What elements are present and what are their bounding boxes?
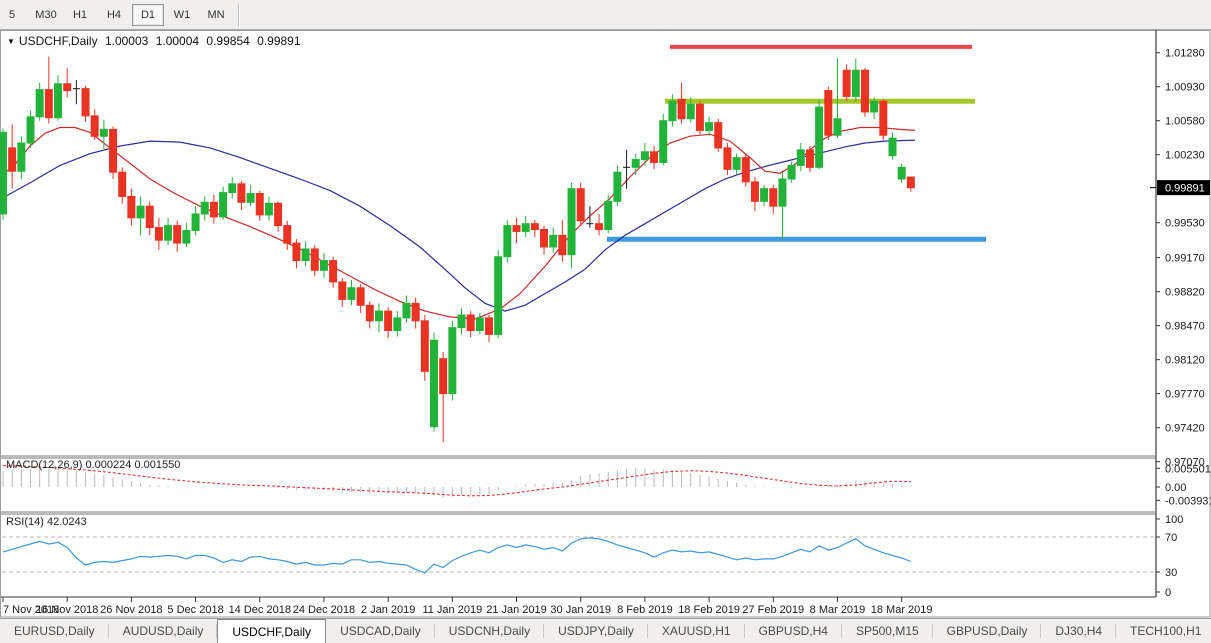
ohlc-close: 0.99891: [257, 34, 300, 48]
symbol-tab-dj30-h4[interactable]: DJ30,H4: [1041, 619, 1116, 643]
ma-slow: [0, 140, 915, 311]
svg-text:30 Jan 2019: 30 Jan 2019: [550, 604, 611, 616]
macd-main-value: 0.000224: [85, 459, 131, 471]
macd-name: MACD(12,26,9): [6, 459, 82, 471]
rsi-indicator-label: RSI(14) 42.0243: [6, 516, 87, 528]
svg-text:11 Jan 2019: 11 Jan 2019: [422, 604, 482, 616]
ohlc-open: 1.00003: [105, 34, 148, 48]
toolbar-separator: [238, 4, 240, 26]
svg-text:0.98470: 0.98470: [1165, 321, 1205, 333]
symbol-tab-usdcad-daily[interactable]: USDCAD,Daily: [326, 619, 435, 643]
svg-text:27 Feb 2019: 27 Feb 2019: [742, 604, 804, 616]
timeframe-button-m30[interactable]: M30: [30, 4, 62, 26]
symbol-tab-gbpusd-h4[interactable]: GBPUSD,H4: [745, 619, 842, 643]
chart-canvas[interactable]: 1.01280 1.00930 1.00580 1.00230 0.99530 0.991…: [0, 30, 1211, 618]
svg-text:18 Feb 2019: 18 Feb 2019: [678, 604, 740, 616]
timeframe-button-h4[interactable]: H4: [98, 4, 130, 26]
svg-text:0.97420: 0.97420: [1165, 423, 1205, 435]
candlestick-series: [0, 57, 914, 443]
symbol-tab-xauusd-h1[interactable]: XAUUSD,H1: [648, 619, 745, 643]
collapse-triangle-icon[interactable]: ▼: [7, 37, 15, 46]
symbol-tab-eurusd-daily[interactable]: EURUSD,Daily: [0, 619, 109, 643]
svg-text:1.01280: 1.01280: [1165, 48, 1205, 60]
rsi: [3, 538, 911, 573]
rsi-axis: 100 70 30 0: [1156, 514, 1183, 599]
ohlc-low: 0.99854: [206, 34, 249, 48]
svg-text:0.99530: 0.99530: [1165, 218, 1205, 230]
price-axis: 1.01280 1.00930 1.00580 1.00230 0.99530 0.991…: [1156, 48, 1205, 469]
symbol-tab-usdchf-daily[interactable]: USDCHF,Daily: [217, 619, 326, 643]
svg-text:0.99891: 0.99891: [1165, 183, 1205, 195]
svg-text:21 Jan 2019: 21 Jan 2019: [486, 604, 547, 616]
svg-text:0.005501: 0.005501: [1165, 463, 1211, 475]
svg-text:0.99170: 0.99170: [1165, 253, 1205, 265]
symbol-tab-usdjpy-daily[interactable]: USDJPY,Daily: [544, 619, 648, 643]
svg-text:8 Mar 2019: 8 Mar 2019: [810, 604, 866, 616]
ma-fast: [0, 128, 915, 319]
svg-text:1.00930: 1.00930: [1165, 82, 1205, 94]
chart-window[interactable]: ▼ USDCHF,Daily 1.00003 1.00004 0.99854 0.…: [0, 30, 1211, 618]
current-price-tag: 0.99891: [1150, 180, 1210, 195]
svg-text:-0.003931: -0.003931: [1165, 495, 1211, 507]
macd-histogram: [3, 468, 911, 497]
macd-axis: 0.005501 0.00-0.003931: [1156, 463, 1211, 507]
svg-text:24 Dec 2018: 24 Dec 2018: [293, 604, 355, 616]
macd-signal-value: 0.001550: [134, 459, 180, 471]
ma-fast-line: [0, 128, 915, 319]
svg-text:18 Mar 2019: 18 Mar 2019: [871, 604, 933, 616]
svg-text:30: 30: [1165, 567, 1177, 579]
svg-text:14 Dec 2018: 14 Dec 2018: [229, 604, 291, 616]
symbol-tab-tech100-h1[interactable]: TECH100,H1: [1116, 619, 1211, 643]
svg-text:1.00230: 1.00230: [1165, 150, 1205, 162]
symbol-tab-bar: EURUSD,DailyAUDUSD,DailyUSDCHF,DailyUSDC…: [0, 618, 1211, 643]
svg-text:16 Nov 2018: 16 Nov 2018: [36, 604, 98, 616]
chart-symbol-label: USDCHF,Daily: [19, 34, 98, 48]
timeframe-button-h1[interactable]: H1: [64, 4, 96, 26]
rsi-line: [3, 538, 911, 573]
svg-text:8 Feb 2019: 8 Feb 2019: [617, 604, 673, 616]
rsi-name: RSI(14): [6, 516, 44, 528]
symbol-tab-usdcnh-daily[interactable]: USDCNH,Daily: [435, 619, 544, 643]
macd-indicator-label: MACD(12,26,9) 0.000224 0.001550: [6, 459, 180, 471]
symbol-tab-gbpusd-daily[interactable]: GBPUSD,Daily: [933, 619, 1042, 643]
rsi-levels: [2, 537, 1155, 572]
svg-text:0.98120: 0.98120: [1165, 355, 1205, 367]
svg-text:0: 0: [1165, 587, 1171, 599]
timeframe-button-mn[interactable]: MN: [200, 4, 232, 26]
timeframe-button-d1[interactable]: D1: [132, 4, 164, 26]
svg-text:70: 70: [1165, 532, 1177, 544]
ohlc-high: 1.00004: [156, 34, 199, 48]
svg-text:1.00580: 1.00580: [1165, 116, 1205, 128]
timeframe-button-m5[interactable]: 5: [0, 4, 28, 26]
svg-text:2 Jan 2019: 2 Jan 2019: [361, 604, 415, 616]
symbol-tab-audusd-daily[interactable]: AUDUSD,Daily: [109, 619, 218, 643]
symbol-tab-sp500-m15[interactable]: SP500,M15: [842, 619, 933, 643]
svg-text:26 Nov 2018: 26 Nov 2018: [100, 604, 162, 616]
svg-text:100: 100: [1165, 514, 1183, 526]
panel-frame: [1, 30, 1211, 617]
timeframe-toolbar: 5 M30 H1 H4 D1 W1 MN: [0, 0, 1211, 30]
svg-text:0.97770: 0.97770: [1165, 389, 1205, 401]
chart-title: ▼ USDCHF,Daily 1.00003 1.00004 0.99854 0.…: [7, 34, 305, 48]
rsi-value: 42.0243: [47, 516, 87, 528]
date-axis: 7 Nov 201816 Nov 201826 Nov 20185 Dec 20…: [3, 597, 933, 616]
timeframe-button-w1[interactable]: W1: [166, 4, 198, 26]
svg-text:5 Dec 2018: 5 Dec 2018: [167, 604, 223, 616]
svg-text:0.98820: 0.98820: [1165, 287, 1205, 299]
ma-slow-line: [0, 140, 915, 311]
svg-text:0.00: 0.00: [1165, 482, 1186, 494]
